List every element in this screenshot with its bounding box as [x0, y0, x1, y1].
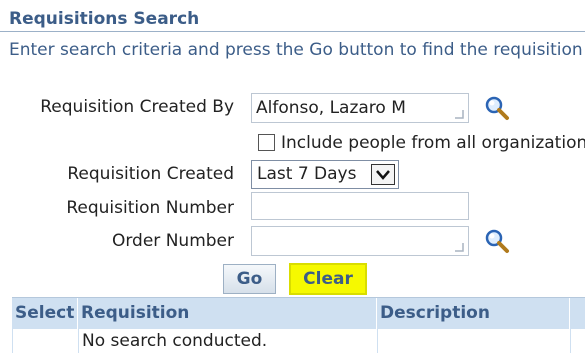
search-icon[interactable]: [483, 94, 511, 122]
column-header-select[interactable]: Select: [12, 298, 78, 329]
select-cell: [13, 329, 79, 353]
chevron-down-icon: [376, 170, 390, 180]
order-number-field[interactable]: [251, 226, 469, 256]
created-label: Requisition Created: [67, 164, 234, 184]
go-button[interactable]: Go: [223, 264, 276, 294]
empty-message: No search conducted.: [79, 329, 378, 353]
lov-corner-icon: [455, 243, 464, 252]
order-number-label: Order Number: [111, 231, 234, 251]
include-all-orgs-checkbox[interactable]: [258, 134, 275, 151]
table-row: No search conducted.: [12, 329, 585, 353]
search-icon[interactable]: [483, 227, 511, 255]
column-header-description[interactable]: Description: [377, 298, 570, 329]
include-all-orgs-label: Include people from all organization: [281, 133, 585, 153]
description-cell: [378, 329, 571, 353]
created-by-label: Requisition Created By: [40, 97, 234, 117]
title-divider: [0, 31, 585, 32]
created-by-value: Alfonso, Lazaro M: [256, 98, 406, 118]
dropdown-button[interactable]: [371, 164, 395, 185]
created-select[interactable]: Last 7 Days: [251, 160, 399, 189]
results-table-header: Select Requisition Description: [12, 297, 585, 329]
clear-button[interactable]: Clear: [289, 263, 367, 295]
created-by-field[interactable]: Alfonso, Lazaro M: [251, 93, 469, 123]
instructions-text: Enter search criteria and press the Go b…: [9, 40, 583, 60]
created-select-value: Last 7 Days: [257, 164, 357, 184]
req-number-input[interactable]: [251, 192, 469, 220]
lov-corner-icon: [455, 110, 464, 119]
req-number-label: Requisition Number: [66, 198, 234, 218]
column-header-requisition[interactable]: Requisition: [78, 298, 377, 329]
page-title: Requisitions Search: [9, 9, 200, 29]
